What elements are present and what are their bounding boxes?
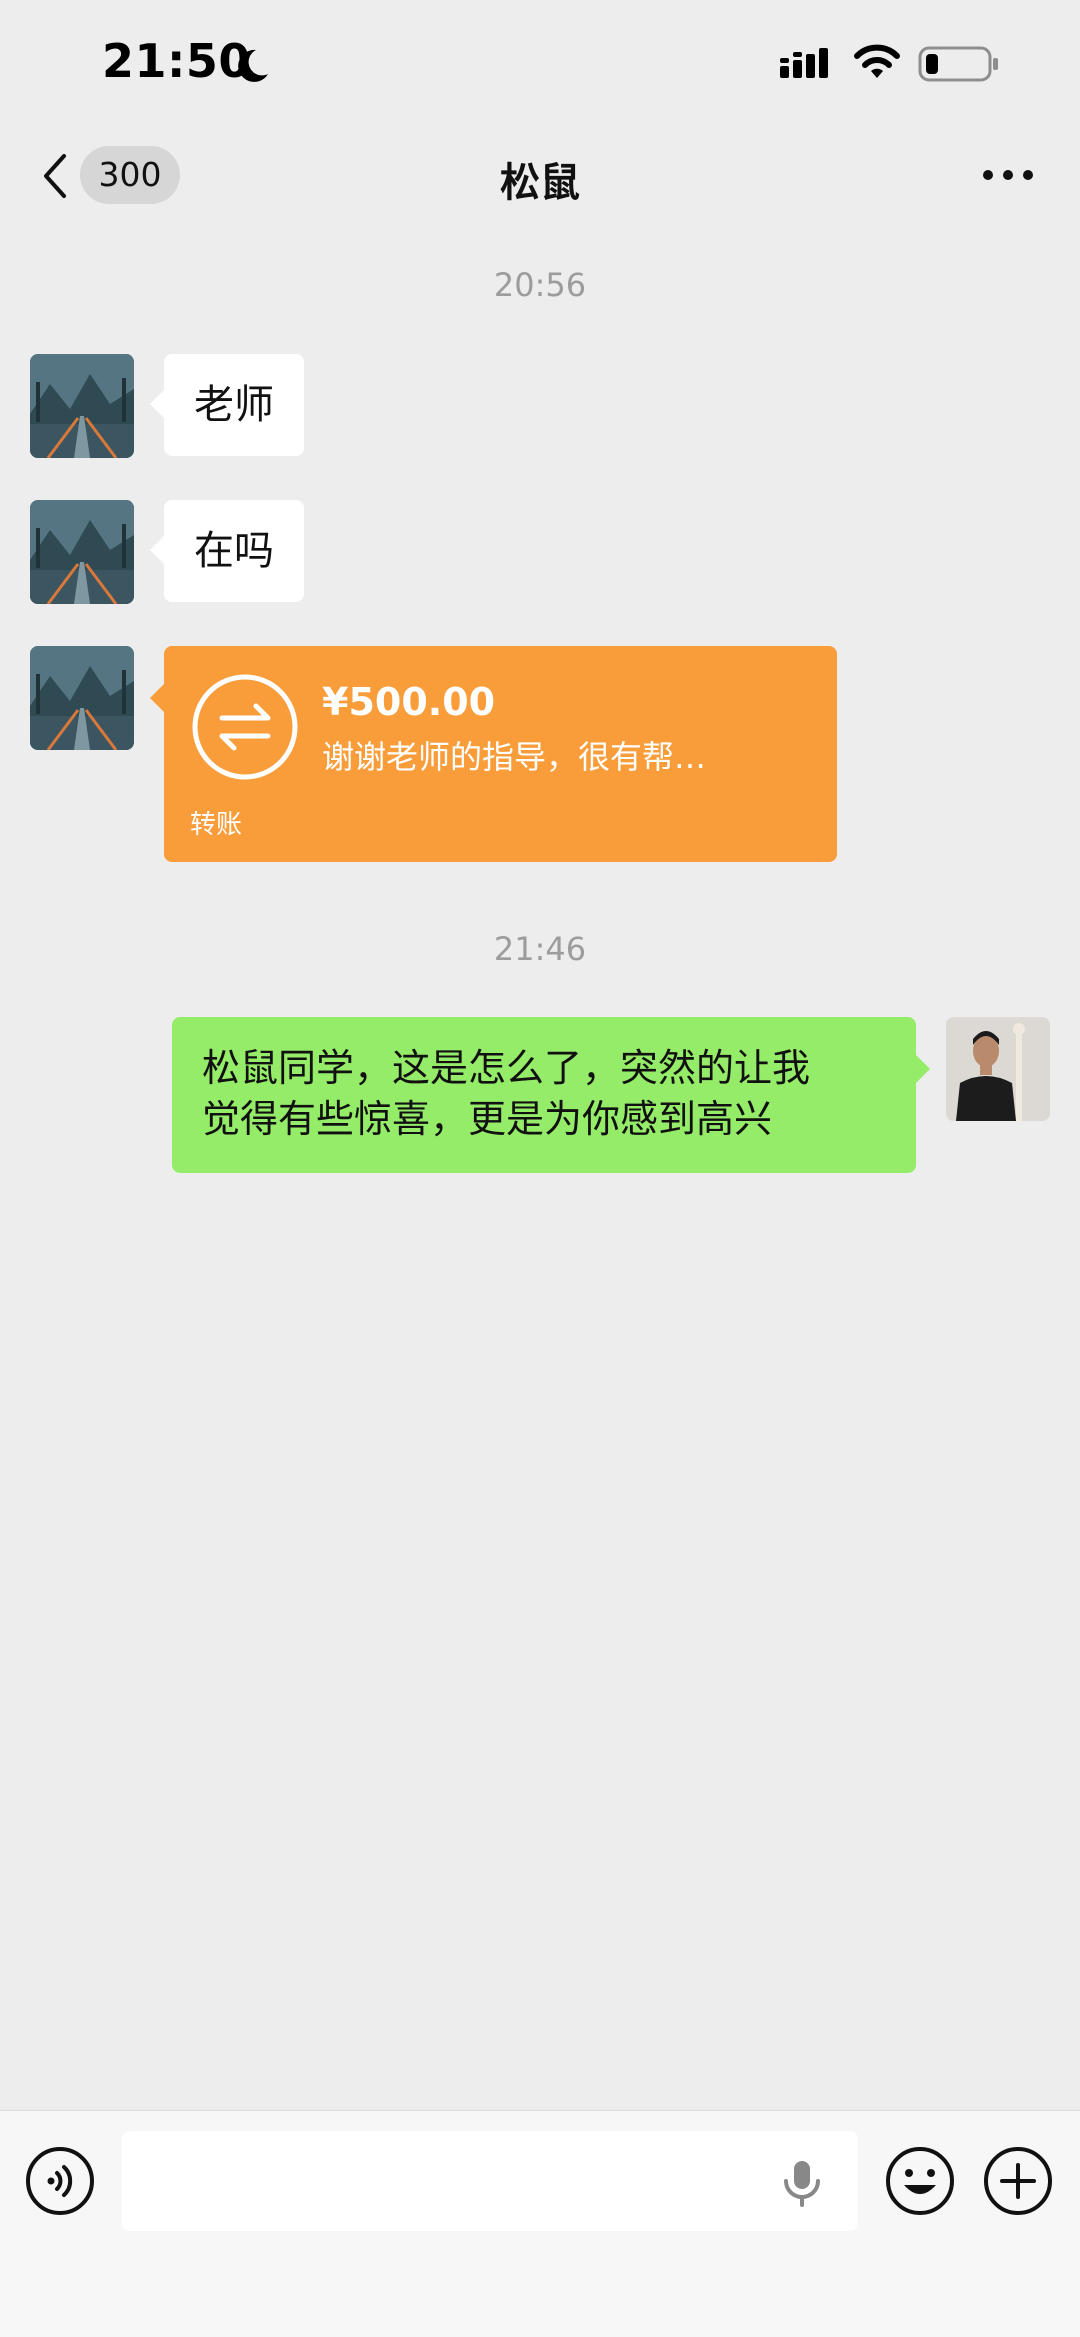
contact-avatar[interactable]	[30, 500, 134, 604]
my-avatar[interactable]	[946, 1017, 1050, 1121]
transfer-icon	[192, 674, 298, 780]
back-icon[interactable]	[36, 150, 76, 202]
plus-icon[interactable]	[982, 2145, 1054, 2217]
wifi-icon	[854, 44, 900, 78]
avatar-image	[30, 646, 134, 750]
avatar-image	[30, 500, 134, 604]
transfer-card[interactable]: ¥500.00 谢谢老师的指导，很有帮… 转账	[150, 646, 837, 862]
status-time: 21:50	[102, 34, 251, 88]
avatar-image	[946, 1017, 1050, 1121]
status-bar: 21:50	[0, 0, 1080, 128]
received-message-bubble[interactable]: 老师	[150, 354, 304, 456]
sent-message-bubble[interactable]: 松鼠同学，这是怎么了，突然的让我 觉得有些惊喜，更是为你感到高兴	[172, 1017, 930, 1173]
contact-avatar[interactable]	[30, 646, 134, 750]
transfer-label: 转账	[190, 810, 243, 840]
chat-title: 松鼠	[500, 160, 580, 206]
chat-screen: 21:50 300 松鼠 20:56 老师 在吗 ¥500.00 谢谢老师的指导…	[0, 0, 1080, 2337]
voice-icon[interactable]	[24, 2145, 96, 2217]
transfer-amount: ¥500.00	[322, 680, 496, 724]
nav-bar: 300 松鼠	[0, 128, 1080, 224]
contact-avatar[interactable]	[30, 354, 134, 458]
unread-count-badge[interactable]: 300	[80, 146, 180, 204]
received-message-bubble[interactable]: 在吗	[150, 500, 304, 602]
battery-icon	[918, 46, 998, 82]
emoji-icon[interactable]	[884, 2145, 956, 2217]
avatar-image	[30, 354, 134, 458]
transfer-note: 谢谢老师的指导，很有帮…	[322, 738, 707, 776]
sent-message-line: 觉得有些惊喜，更是为你感到高兴	[202, 1097, 773, 1141]
sent-message-line: 松鼠同学，这是怎么了，突然的让我	[202, 1046, 811, 1090]
signal-icon	[780, 48, 828, 78]
moon-icon	[238, 49, 268, 82]
mic-icon[interactable]	[780, 2157, 824, 2209]
timestamp: 21:46	[493, 930, 587, 968]
input-bar	[0, 2110, 1080, 2337]
timestamp: 20:56	[493, 266, 587, 304]
message-input[interactable]	[122, 2131, 858, 2231]
more-icon[interactable]	[980, 160, 1036, 190]
